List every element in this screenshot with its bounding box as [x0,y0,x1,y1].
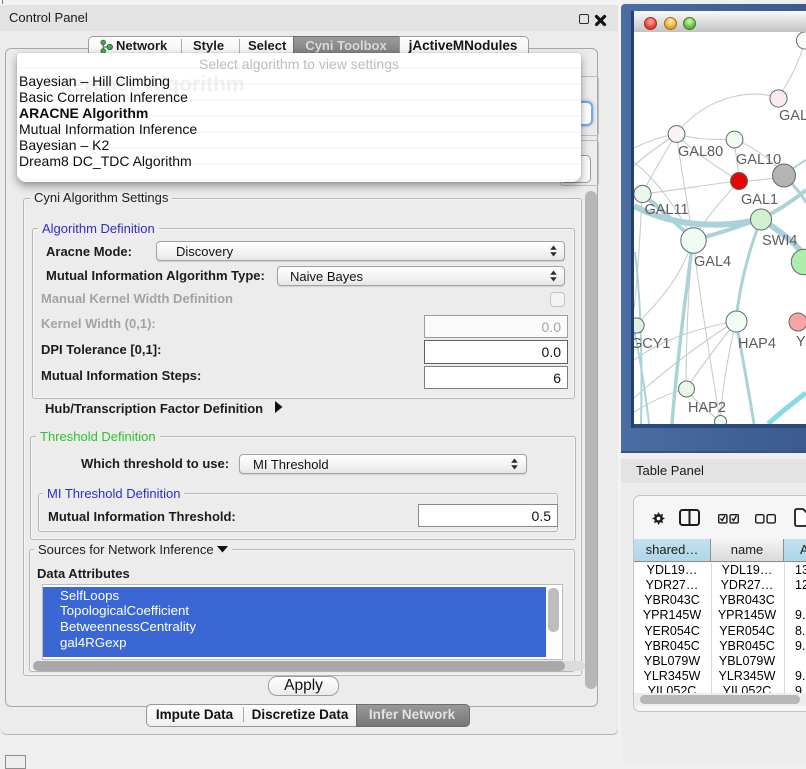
svg-text:HAP2: HAP2 [688,400,726,416]
svg-text:HAP4: HAP4 [738,336,776,352]
svg-text:GAL4: GAL4 [694,254,731,270]
svg-text:GCY1: GCY1 [634,336,671,352]
svg-text:GAL10: GAL10 [736,152,781,168]
svg-text:GAL1: GAL1 [741,192,778,208]
svg-text:GAL2: GAL2 [779,108,806,124]
svg-text:GAL11: GAL11 [645,202,689,218]
svg-text:GAL80: GAL80 [678,144,723,160]
svg-text:YJR048W: YJR048W [796,334,806,350]
svg-text:SWI4: SWI4 [762,233,797,249]
